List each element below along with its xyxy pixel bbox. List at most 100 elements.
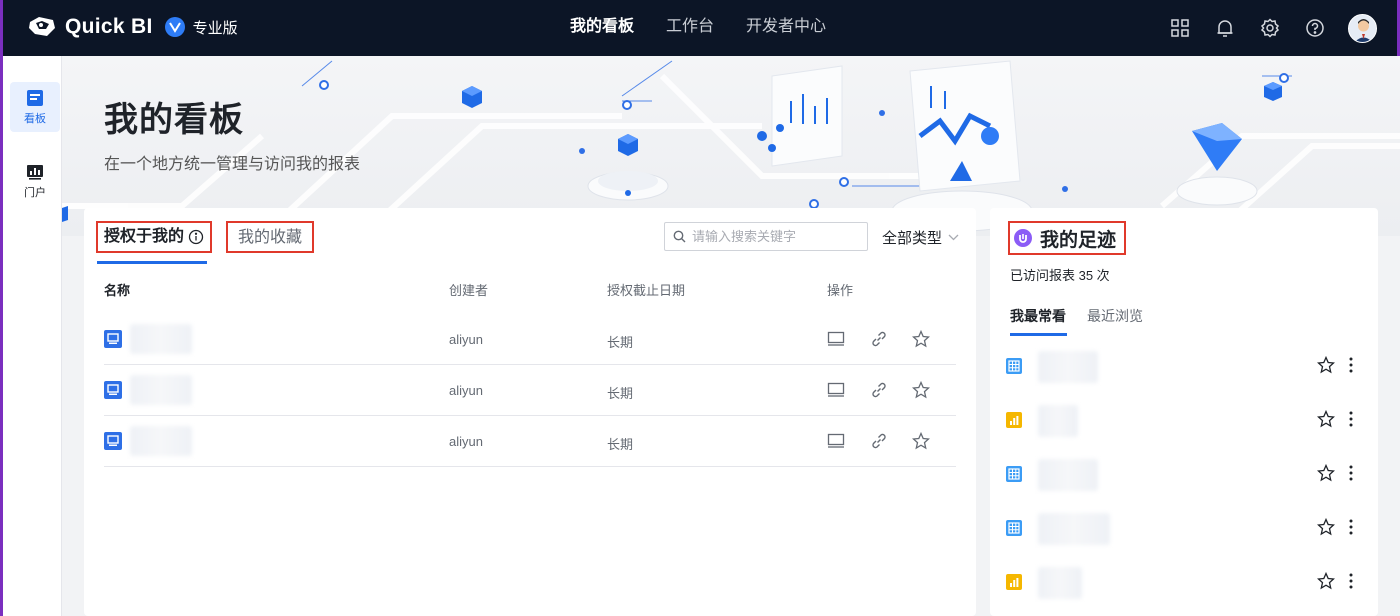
- table-row[interactable]: aliyun 长期: [104, 365, 956, 416]
- star-icon[interactable]: [1316, 571, 1336, 595]
- table-report-icon: [1006, 466, 1022, 482]
- pro-badge-icon: [164, 17, 185, 37]
- row-expiry: 长期: [607, 386, 634, 401]
- info-icon[interactable]: [188, 229, 204, 245]
- tab-authorized-to-me[interactable]: 授权于我的: [96, 221, 213, 253]
- preview-icon[interactable]: [826, 431, 846, 451]
- table-row[interactable]: aliyun 长期: [104, 314, 956, 365]
- footprint-icon: [1014, 229, 1032, 247]
- preview-icon[interactable]: [826, 380, 846, 400]
- gear-icon[interactable]: [1258, 17, 1281, 40]
- nav-workbench[interactable]: 工作台: [666, 0, 714, 56]
- col-actions: 操作: [827, 283, 854, 298]
- more-icon[interactable]: [1348, 464, 1354, 487]
- tab-recently-viewed[interactable]: 最近浏览: [1087, 306, 1143, 326]
- brand-name: Quick BI: [65, 15, 153, 38]
- more-icon[interactable]: [1348, 518, 1354, 541]
- rail-item-portal[interactable]: 门户: [10, 156, 60, 206]
- edition-label: 专业版: [192, 19, 238, 37]
- row-creator: aliyun: [449, 434, 483, 449]
- rail-label-dashboard: 看板: [24, 112, 46, 125]
- preview-icon[interactable]: [826, 329, 846, 349]
- star-icon[interactable]: [911, 431, 931, 451]
- chart-report-icon: [1006, 574, 1022, 590]
- tab-authorized-label: 授权于我的: [104, 228, 185, 245]
- blurred-item-name: [1038, 567, 1082, 599]
- type-filter-label: 全部类型: [882, 230, 943, 247]
- star-icon[interactable]: [1316, 463, 1336, 487]
- star-icon[interactable]: [1316, 517, 1336, 541]
- dashboard-icon: [27, 89, 43, 106]
- row-creator: aliyun: [449, 383, 483, 398]
- nav-developer-center[interactable]: 开发者中心: [746, 0, 826, 56]
- col-name: 名称: [104, 283, 131, 298]
- tab-my-favorites[interactable]: 我的收藏: [226, 221, 315, 253]
- blurred-report-name[interactable]: [130, 426, 192, 456]
- logo[interactable]: Quick BI 专业版: [27, 14, 238, 40]
- banner-title: 我的看板: [104, 101, 244, 139]
- star-icon[interactable]: [1316, 355, 1336, 379]
- row-expiry: 长期: [607, 437, 634, 452]
- blurred-item-name: [1038, 405, 1078, 437]
- top-icons: [1168, 0, 1377, 56]
- list-item[interactable]: [990, 501, 1378, 555]
- chart-report-icon: [1006, 412, 1022, 428]
- dashboard-file-icon: [104, 330, 122, 348]
- my-footprint-panel: 我的足迹 已访问报表 35 次 我最常看 最近浏览: [990, 208, 1378, 616]
- active-panel-tab-indicator: [1010, 333, 1067, 336]
- list-item[interactable]: [990, 339, 1378, 393]
- top-nav: 我的看板 工作台 开发者中心: [570, 0, 858, 56]
- banner-subtitle: 在一个地方统一管理与访问我的报表: [104, 156, 361, 173]
- list-item[interactable]: [990, 393, 1378, 447]
- search-input[interactable]: [692, 229, 852, 244]
- blurred-item-name: [1038, 459, 1098, 491]
- blurred-item-name: [1038, 513, 1110, 545]
- blurred-item-name: [1038, 351, 1098, 383]
- left-rail: 看板 门户: [0, 56, 62, 616]
- rail-label-portal: 门户: [24, 186, 46, 199]
- list-item[interactable]: [990, 447, 1378, 501]
- report-table: aliyun 长期 aliyun 长期 aliyun 长期: [104, 314, 956, 467]
- search-box[interactable]: [664, 222, 868, 251]
- star-icon[interactable]: [911, 329, 931, 349]
- bell-icon[interactable]: [1213, 17, 1236, 40]
- table-row[interactable]: aliyun 长期: [104, 416, 956, 467]
- top-bar: Quick BI 专业版 我的看板 工作台 开发者中心: [0, 0, 1400, 56]
- link-icon[interactable]: [869, 380, 889, 400]
- footprint-header: 我的足迹: [1008, 221, 1127, 255]
- portal-icon: [27, 164, 43, 180]
- star-icon[interactable]: [911, 380, 931, 400]
- blurred-report-name[interactable]: [130, 375, 192, 405]
- apps-grid-icon[interactable]: [1168, 17, 1191, 40]
- col-expiry: 授权截止日期: [607, 283, 686, 298]
- row-creator: aliyun: [449, 332, 483, 347]
- table-header: 名称 创建者 授权截止日期 操作: [104, 280, 956, 300]
- tab-most-viewed[interactable]: 我最常看: [1010, 306, 1066, 326]
- more-icon[interactable]: [1348, 572, 1354, 595]
- link-icon[interactable]: [869, 329, 889, 349]
- table-report-icon: [1006, 520, 1022, 536]
- dashboard-file-icon: [104, 432, 122, 450]
- rail-item-dashboard[interactable]: 看板: [10, 82, 60, 132]
- more-icon[interactable]: [1348, 356, 1354, 379]
- shared-reports-card: 授权于我的 我的收藏 全部类型 名称 创建者 授权截止日期 操作 aliyun …: [84, 208, 976, 616]
- link-icon[interactable]: [869, 431, 889, 451]
- nav-my-dashboard[interactable]: 我的看板: [570, 0, 634, 56]
- more-icon[interactable]: [1348, 410, 1354, 433]
- table-report-icon: [1006, 358, 1022, 374]
- help-icon[interactable]: [1303, 17, 1326, 40]
- footprint-list: [990, 339, 1378, 609]
- dashboard-file-icon: [104, 381, 122, 399]
- search-icon: [673, 230, 686, 243]
- star-icon[interactable]: [1316, 409, 1336, 433]
- visited-count: 已访问报表 35 次: [1010, 268, 1110, 283]
- quick-bi-logo-icon: [29, 17, 55, 36]
- footprint-title: 我的足迹: [1040, 229, 1117, 251]
- blurred-report-name[interactable]: [130, 324, 192, 354]
- chevron-down-icon: [948, 234, 959, 241]
- list-item[interactable]: [990, 555, 1378, 609]
- type-filter[interactable]: 全部类型: [882, 227, 959, 248]
- active-tab-indicator: [97, 261, 207, 264]
- col-creator: 创建者: [449, 283, 489, 298]
- user-avatar[interactable]: [1348, 13, 1377, 43]
